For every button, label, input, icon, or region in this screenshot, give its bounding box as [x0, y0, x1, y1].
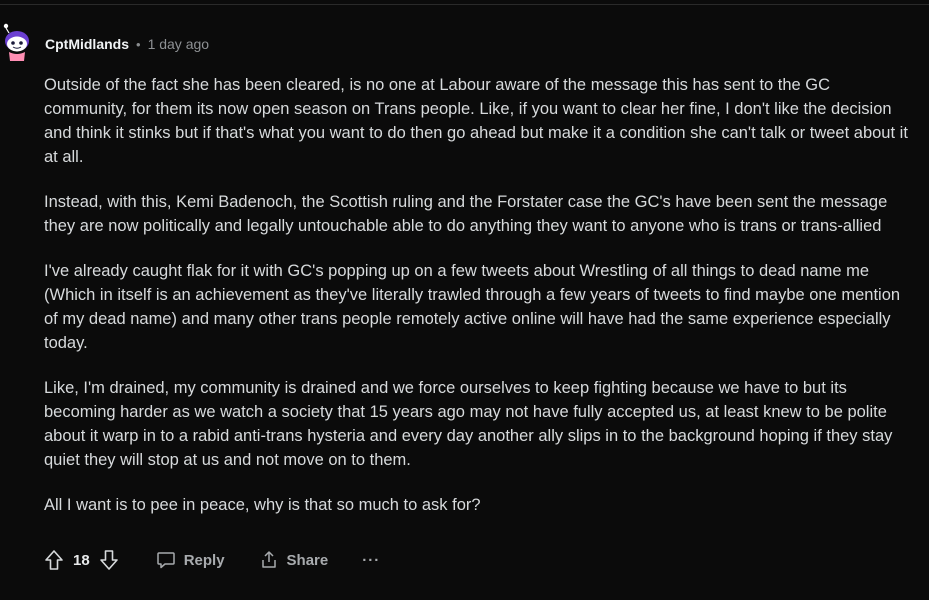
comment-paragraph: Outside of the fact she has been cleared…	[44, 76, 908, 166]
comment-paragraph: I've already caught flak for it with GC'…	[44, 262, 901, 352]
timestamp[interactable]: 1 day ago	[148, 36, 210, 52]
reply-button[interactable]: Reply	[156, 550, 225, 570]
comment: CptMidlands • 1 day ago Outside of the f…	[0, 0, 929, 600]
comment-paragraph: Like, I'm drained, my community is drain…	[44, 379, 893, 469]
share-button[interactable]: Share	[259, 550, 329, 570]
vote-score: 18	[73, 551, 90, 569]
more-options-button[interactable]: ···	[362, 552, 380, 569]
speech-bubble-icon	[156, 550, 176, 570]
avatar[interactable]	[1, 22, 31, 62]
upvote-icon[interactable]	[44, 549, 64, 571]
comment-body: Outside of the fact she has been cleared…	[44, 73, 914, 538]
snoo-avatar-icon	[3, 23, 29, 61]
comment-header: CptMidlands • 1 day ago	[45, 35, 209, 53]
comment-paragraph: All I want is to pee in peace, why is th…	[44, 496, 481, 514]
reply-label: Reply	[183, 551, 225, 569]
share-label: Share	[286, 551, 329, 569]
downvote-icon[interactable]	[99, 549, 119, 571]
username[interactable]: CptMidlands	[45, 36, 129, 52]
separator-dot: •	[136, 36, 141, 52]
comment-paragraph: Instead, with this, Kemi Badenoch, the S…	[44, 193, 888, 235]
share-icon	[259, 550, 279, 570]
comment-actions: 18 Reply Share ···	[44, 547, 380, 573]
